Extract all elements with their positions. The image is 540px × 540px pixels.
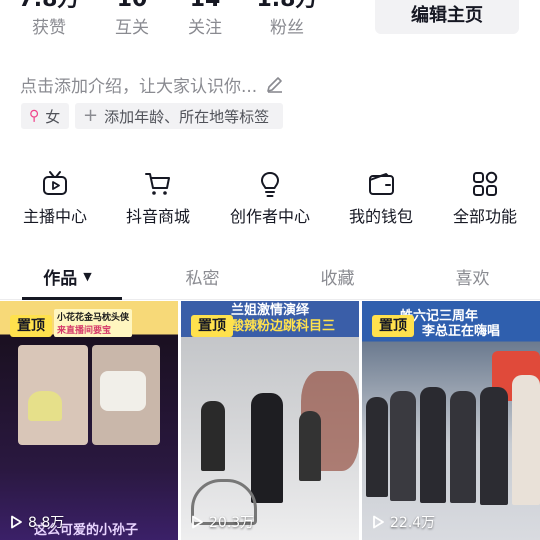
stat-likes-label: 获赞 bbox=[32, 18, 66, 38]
thumbnail-image bbox=[201, 401, 225, 471]
thumbnail-image bbox=[390, 391, 416, 501]
shortcut-label: 创作者中心 bbox=[229, 207, 310, 226]
intro-field[interactable]: 点击添加介绍，让大家认识你... bbox=[20, 70, 285, 98]
thumbnail-image bbox=[480, 387, 508, 505]
view-count: 8.8万 bbox=[8, 512, 64, 532]
shortcut-row: 主播中心 抖音商城 创作者中心 我的钱包 全部功能 bbox=[0, 168, 540, 232]
add-tags-button[interactable]: + 添加年龄、所在地等标签 bbox=[75, 103, 283, 129]
tab-likes[interactable]: 喜欢 bbox=[405, 253, 540, 299]
intro-placeholder: 点击添加介绍，让大家认识你... bbox=[20, 76, 258, 97]
view-count-value: 20.3万 bbox=[209, 515, 255, 531]
stat-likes-value: 7.8万 bbox=[14, 0, 84, 12]
shortcut-label: 主播中心 bbox=[22, 207, 87, 226]
tv-icon bbox=[43, 171, 67, 195]
shortcut-creator-center[interactable]: 创作者中心 bbox=[220, 168, 320, 228]
video-caption-top: 兰姐激情演绎 酸辣粉边跳科目三 bbox=[231, 303, 335, 335]
caption-line: 蛛六记三周年 bbox=[400, 309, 479, 324]
stat-followers-label: 粉丝 bbox=[270, 18, 304, 38]
caption-line: 来直播间要宝 bbox=[57, 326, 112, 336]
pinned-badge: 置顶 bbox=[10, 315, 52, 337]
cart-icon bbox=[145, 173, 170, 195]
edit-profile-button[interactable]: 编辑主页 bbox=[375, 0, 519, 34]
lightbulb-icon bbox=[261, 172, 279, 197]
thumbnail-image bbox=[299, 411, 321, 481]
thumbnail-image bbox=[100, 371, 146, 411]
thumbnail-image bbox=[366, 397, 388, 497]
add-tags-label: 添加年龄、所在地等标签 bbox=[104, 107, 270, 126]
stat-mutual-label: 互关 bbox=[115, 18, 149, 38]
caption-line: 李总正在嗨唱 bbox=[422, 324, 501, 339]
stat-mutual[interactable]: 10 互关 bbox=[97, 0, 167, 42]
play-icon bbox=[11, 515, 22, 529]
stat-likes[interactable]: 7.8万 获赞 bbox=[14, 0, 84, 42]
shortcut-all-features[interactable]: 全部功能 bbox=[435, 168, 535, 228]
stat-following[interactable]: 14 关注 bbox=[170, 0, 240, 42]
grid-icon bbox=[473, 171, 498, 196]
stat-followers-value: 1.8万 bbox=[252, 0, 322, 12]
profile-stats: 7.8万 获赞 10 互关 14 关注 1.8万 粉丝 bbox=[0, 0, 330, 42]
pinned-badge: 置顶 bbox=[191, 315, 233, 337]
pinned-badge: 置顶 bbox=[372, 315, 414, 337]
profile-page: 7.8万 获赞 10 互关 14 关注 1.8万 粉丝 编辑主页 点击添加介绍，… bbox=[0, 0, 540, 540]
caption-line: 小花花金马枕头侠 bbox=[57, 313, 130, 323]
shortcut-label: 我的钱包 bbox=[348, 207, 413, 226]
tab-private[interactable]: 私密 bbox=[135, 253, 270, 299]
plus-icon: + bbox=[83, 105, 99, 126]
wallet-icon bbox=[369, 173, 394, 195]
thumbnail-image bbox=[512, 375, 540, 505]
play-icon bbox=[192, 515, 203, 529]
tab-works-label: 作品 bbox=[43, 268, 78, 289]
shortcut-streamer-center[interactable]: 主播中心 bbox=[5, 168, 105, 228]
tab-favorites[interactable]: 收藏 bbox=[270, 253, 405, 299]
video-caption-top: 小花花金马枕头侠 来直播间要宝 bbox=[54, 309, 133, 337]
thumbnail-image bbox=[251, 393, 283, 503]
pencil-icon bbox=[267, 77, 283, 93]
video-thumbnail[interactable]: 蛛六记三周年 李总正在嗨唱 置顶 22.4万 bbox=[362, 301, 540, 540]
caption-line: 酸辣粉边跳科目三 bbox=[231, 319, 336, 334]
caret-down-icon[interactable]: ▼ bbox=[83, 270, 91, 283]
play-icon bbox=[373, 515, 384, 529]
video-thumbnail[interactable]: 兰姐激情演绎 酸辣粉边跳科目三 置顶 20.3万 bbox=[181, 301, 359, 540]
stat-following-value: 14 bbox=[170, 0, 240, 12]
caption-line: 兰姐激情演绎 bbox=[231, 303, 310, 318]
thumbnail-image bbox=[28, 391, 62, 421]
stat-followers[interactable]: 1.8万 粉丝 bbox=[252, 0, 322, 42]
female-icon: ⚲ bbox=[29, 108, 40, 124]
active-tab-indicator bbox=[22, 297, 122, 300]
content-tabs: 作品 ▼ 私密 收藏 喜欢 bbox=[0, 253, 540, 300]
thumbnail-image bbox=[450, 391, 476, 503]
view-count-value: 8.8万 bbox=[28, 515, 65, 531]
video-caption-top: 蛛六记三周年 李总正在嗨唱 bbox=[400, 309, 500, 339]
view-count-value: 22.4万 bbox=[390, 515, 436, 531]
view-count: 20.3万 bbox=[189, 512, 254, 532]
video-thumbnail[interactable]: 小花花金马枕头侠 来直播间要宝 这么可爱的小孙子 置顶 8.8万 bbox=[0, 301, 178, 540]
stat-mutual-value: 10 bbox=[97, 0, 167, 12]
tab-works[interactable]: 作品 ▼ bbox=[0, 253, 135, 299]
gender-label: 女 bbox=[45, 107, 61, 126]
shortcut-wallet[interactable]: 我的钱包 bbox=[331, 168, 431, 228]
stat-following-label: 关注 bbox=[188, 18, 222, 38]
shortcut-label: 全部功能 bbox=[452, 207, 517, 226]
shortcut-douyin-mall[interactable]: 抖音商城 bbox=[108, 168, 208, 228]
gender-tag[interactable]: ⚲ 女 bbox=[21, 103, 69, 129]
shortcut-label: 抖音商城 bbox=[125, 207, 190, 226]
view-count: 22.4万 bbox=[370, 512, 435, 532]
thumbnail-image bbox=[420, 387, 446, 503]
